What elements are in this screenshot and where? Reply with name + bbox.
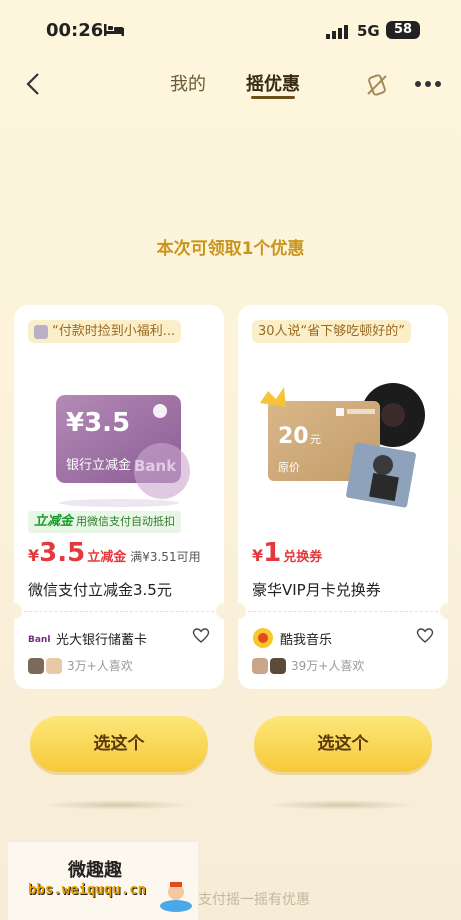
tab-mine[interactable]: 我的 (170, 70, 206, 96)
offer-headline: 本次可领取1个优惠 (156, 239, 305, 259)
button-shadow (266, 800, 416, 810)
merchant-row: Bank 光大银行储蓄卡 (28, 627, 210, 649)
likes-row: 39万+人喜欢 (252, 655, 364, 675)
product-unit: 元 (310, 433, 321, 446)
price-value: 1 (263, 538, 282, 568)
product-amount: ¥3.5 (66, 408, 130, 438)
merchant-row: 酷我音乐 (252, 627, 434, 649)
card-divider (14, 611, 224, 612)
select-button-left[interactable]: 选这个 (30, 716, 208, 772)
heart-icon[interactable] (192, 627, 210, 645)
price-tag: 兑换券 (283, 550, 323, 565)
coupon-title: 豪华VIP月卡兑换券 (252, 581, 381, 599)
status-time: 00:26 (46, 20, 104, 41)
avatar (28, 657, 44, 674)
active-tab-indicator (251, 96, 295, 99)
coupon-title: 微信支付立减金3.5元 (28, 581, 172, 599)
kuwo-logo-icon (253, 628, 273, 648)
price-row: ¥1 兑换券 (252, 538, 322, 570)
quote-avatar (34, 324, 48, 339)
likes-row: 3万+人喜欢 (28, 655, 133, 675)
merchant-name: 光大银行储蓄卡 (56, 633, 148, 648)
price-currency: ¥ (28, 546, 40, 565)
offer-card-wechat-discount[interactable]: “付款时捡到小福利... ¥3.5 银行立减金 Bank 立减金 用微信支付自动抵… (14, 305, 224, 689)
back-icon[interactable] (24, 72, 42, 96)
bed-icon (104, 24, 124, 36)
watermark-mascot-icon (160, 882, 192, 912)
notch-left (238, 603, 246, 619)
battery-icon: 58 (386, 21, 420, 39)
quote-text: “付款时捡到小福利... (52, 324, 176, 339)
bank-logo-icon: Bank (28, 629, 50, 647)
avatar (252, 657, 268, 674)
product-label: 银行立减金 (66, 457, 131, 473)
card-divider (238, 611, 448, 612)
notch-right (216, 603, 224, 619)
price-currency: ¥ (252, 546, 264, 565)
product-badge: Bank (134, 457, 177, 475)
bank-discount-card-image: ¥3.5 银行立减金 Bank (56, 395, 190, 507)
signal-icon (326, 25, 348, 39)
svg-text:Bank: Bank (28, 635, 50, 645)
button-shadow (42, 800, 192, 810)
notch-right (440, 603, 448, 619)
footer-text: 支付摇一摇有优惠 (198, 892, 310, 908)
select-button-right[interactable]: 选这个 (254, 716, 432, 772)
tag-strong: 立减金 (34, 514, 74, 529)
mute-shake-icon[interactable] (364, 72, 390, 98)
price-condition: 满¥3.51可用 (130, 550, 201, 564)
heart-icon[interactable] (416, 627, 434, 645)
more-icon[interactable] (414, 80, 442, 88)
watermark-title: 微趣趣 (68, 860, 122, 881)
watermark-url: bbs.weiququ.cn (28, 882, 147, 898)
product-original-label: 原价 (278, 461, 300, 474)
merchant-name: 酷我音乐 (280, 633, 333, 648)
network-type: 5G (357, 22, 380, 40)
offer-card-kuwo-vip[interactable]: 30人说“省下够吃顿好的” 20 元 原价 ¥1 兑换券 豪华VIP月卡兑换券 酷… (238, 305, 448, 689)
price-tag: 立减金 (87, 550, 127, 565)
tab-shake-offers[interactable]: 摇优惠 (246, 70, 300, 96)
card-quote: 30人说“省下够吃顿好的” (252, 320, 412, 343)
watermark: 微趣趣 bbs.weiququ.cn (8, 842, 198, 920)
price-row: ¥3.5 立减金 满¥3.51可用 (28, 538, 201, 570)
discount-tag: 立减金 用微信支付自动抵扣 (28, 510, 182, 533)
likes-text: 39万+人喜欢 (291, 659, 365, 673)
product-amount: 20 (278, 424, 309, 449)
top-nav: 我的 摇优惠 (0, 62, 461, 106)
quote-text: 30人说“省下够吃顿好的” (258, 324, 406, 339)
price-value: 3.5 (39, 538, 86, 568)
avatar (270, 657, 286, 674)
notch-left (14, 603, 22, 619)
status-bar: 00:26 5G 58 (0, 0, 461, 60)
avatar (46, 657, 62, 674)
music-vip-card-image: 20 元 原价 (260, 383, 425, 508)
tag-text: 用微信支付自动抵扣 (76, 515, 176, 528)
likes-text: 3万+人喜欢 (67, 659, 133, 673)
card-quote: “付款时捡到小福利... (28, 320, 182, 343)
